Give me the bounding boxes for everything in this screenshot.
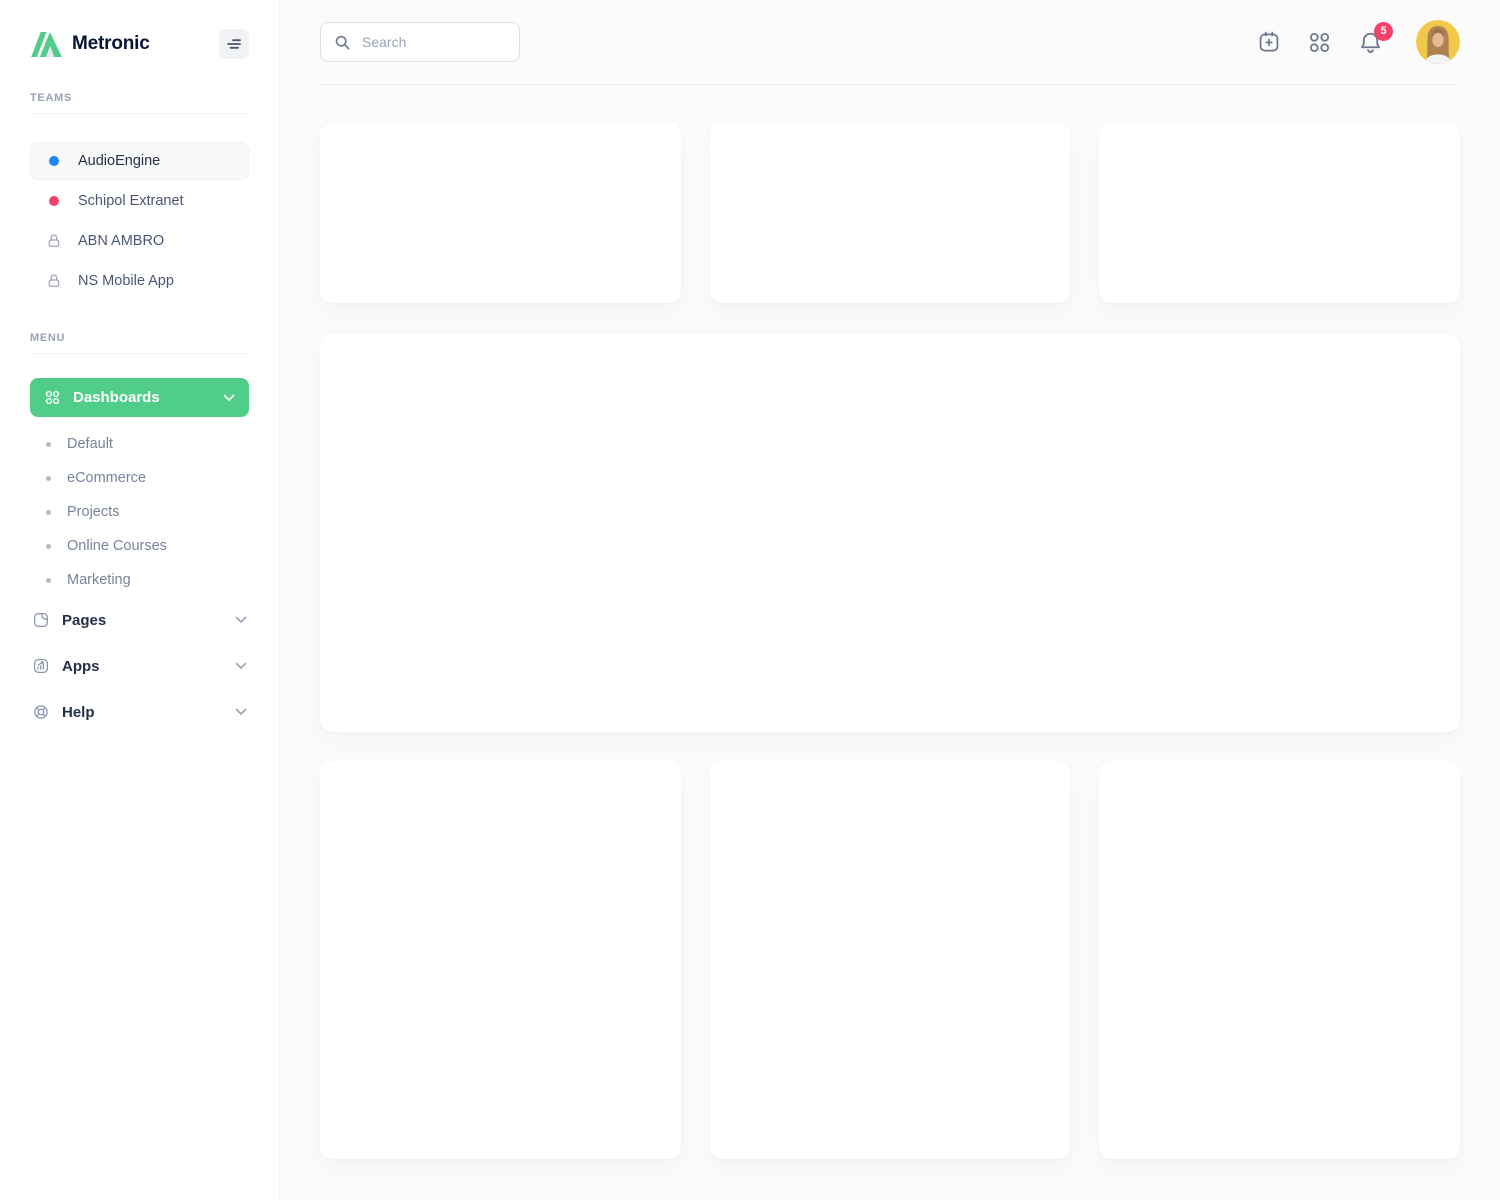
menu-item-pages[interactable]: Pages — [30, 597, 249, 643]
menu-item-apps[interactable]: Apps — [30, 643, 249, 689]
menu-item-label: Pages — [62, 611, 107, 629]
header-actions: 5 — [1256, 20, 1460, 64]
team-list: AudioEngine Schipol Extranet ABN AMBRO N… — [30, 142, 249, 300]
dashboard-content — [280, 85, 1500, 1159]
stat-card-3 — [1099, 123, 1460, 303]
chevron-down-icon — [235, 708, 247, 716]
submenu-item-online-courses[interactable]: Online Courses — [30, 529, 249, 563]
team-status-dot — [49, 196, 59, 206]
top-cards-row — [320, 123, 1460, 303]
lifebuoy-icon — [32, 703, 50, 721]
team-item-audioengine[interactable]: AudioEngine — [30, 142, 249, 180]
stat-card-2 — [709, 123, 1071, 303]
brand-logo[interactable]: Metronic — [30, 31, 150, 57]
stat-card-1 — [320, 123, 681, 303]
detail-card-2 — [709, 761, 1071, 1159]
submenu-item-marketing[interactable]: Marketing — [30, 563, 249, 597]
calendar-plus-icon — [1256, 29, 1282, 55]
submenu-item-label: Default — [67, 436, 113, 452]
search-box[interactable] — [320, 22, 520, 62]
submenu-item-label: eCommerce — [67, 470, 146, 486]
chevron-down-icon — [235, 616, 247, 624]
sidebar-toggle-button[interactable] — [219, 29, 249, 59]
brand-name: Metronic — [72, 33, 150, 54]
lock-icon — [46, 273, 62, 289]
sidebar-toggle-icon — [226, 36, 242, 52]
bullet-dot — [46, 577, 51, 583]
menu-item-label: Apps — [62, 657, 100, 675]
menu-item-label: Dashboards — [73, 389, 160, 406]
team-item-abn-ambro[interactable]: ABN AMBRO — [30, 222, 249, 260]
submenu-item-ecommerce[interactable]: eCommerce — [30, 461, 249, 495]
menu-divider — [30, 353, 249, 354]
chevron-down-icon — [235, 662, 247, 670]
submenu-item-projects[interactable]: Projects — [30, 495, 249, 529]
add-event-button[interactable] — [1256, 29, 1282, 55]
search-icon — [334, 34, 351, 51]
top-header: 5 — [320, 0, 1460, 85]
detail-card-1 — [320, 761, 681, 1159]
menu-item-help[interactable]: Help — [30, 689, 249, 735]
detail-card-3 — [1099, 761, 1460, 1159]
menu-section: MENU Dashboards Default eCommerce Projec… — [30, 332, 249, 735]
sidebar-header: Metronic — [30, 0, 249, 88]
sidebar: Metronic TEAMS AudioEngine Schipol Extra… — [0, 0, 280, 1200]
menu-item-dashboards[interactable]: Dashboards — [30, 378, 249, 417]
apps-grid-button[interactable] — [1307, 30, 1332, 55]
grid-icon — [44, 389, 61, 406]
team-label: NS Mobile App — [78, 273, 174, 289]
bullet-dot — [46, 441, 51, 447]
submenu-item-label: Online Courses — [67, 538, 167, 554]
submenu-item-default[interactable]: Default — [30, 427, 249, 461]
team-label: AudioEngine — [78, 153, 161, 169]
team-label: Schipol Extranet — [78, 193, 184, 209]
chart-icon — [32, 657, 50, 675]
search-input[interactable] — [360, 33, 506, 51]
menu-item-label: Help — [62, 703, 95, 721]
team-item-ns-mobile-app[interactable]: NS Mobile App — [30, 262, 249, 300]
main-area: 5 — [280, 0, 1500, 1200]
teams-divider — [30, 113, 249, 114]
team-label: ABN AMBRO — [78, 233, 165, 249]
bullet-dot — [46, 475, 51, 481]
submenu-item-label: Projects — [67, 504, 120, 520]
bullet-dot — [46, 509, 51, 515]
submenu-item-label: Marketing — [67, 572, 131, 588]
metronic-logo-icon — [30, 31, 63, 57]
user-avatar[interactable] — [1416, 20, 1460, 64]
teams-section-label: TEAMS — [30, 92, 72, 104]
menu-section-label: MENU — [30, 332, 66, 344]
bullet-dot — [46, 543, 51, 549]
chevron-down-icon — [223, 394, 235, 402]
apps-grid-icon — [1307, 30, 1332, 55]
notifications-button[interactable]: 5 — [1357, 21, 1393, 56]
notification-badge: 5 — [1374, 21, 1393, 41]
bottom-cards-row — [320, 761, 1460, 1159]
page-icon — [32, 611, 50, 629]
dashboards-submenu: Default eCommerce Projects Online Course… — [30, 427, 249, 597]
lock-icon — [46, 233, 62, 249]
team-status-dot — [49, 156, 59, 166]
main-panel-card — [320, 334, 1460, 732]
team-item-schipol-extranet[interactable]: Schipol Extranet — [30, 182, 249, 220]
